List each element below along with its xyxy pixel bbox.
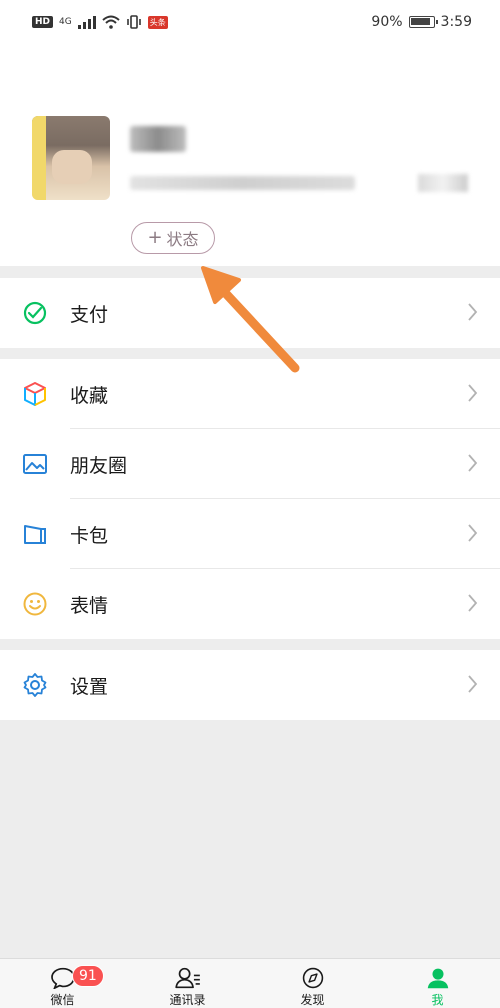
- chevron-right-icon: [468, 454, 478, 472]
- status-bar-left: HD 4G 头条: [32, 15, 168, 29]
- menu-item-pay-label: 支付: [70, 303, 109, 326]
- menu-item-cards[interactable]: 卡包: [0, 499, 500, 569]
- wechat-id-redacted: [130, 176, 355, 190]
- battery-percent: 90%: [371, 14, 403, 30]
- moments-image-icon: [22, 451, 48, 477]
- vibrate-icon: [126, 15, 141, 29]
- chevron-right-icon: [468, 594, 478, 612]
- clock: 3:59: [440, 14, 472, 30]
- hd-indicator: HD: [32, 16, 54, 28]
- chevron-right-icon: [468, 384, 478, 402]
- battery-icon: [408, 16, 438, 28]
- profile-person-icon: [427, 968, 448, 989]
- menu-item-favorites-label: 收藏: [70, 384, 109, 407]
- chevron-right-icon: [468, 303, 478, 321]
- menu-group-settings: 设置: [0, 650, 500, 720]
- wifi-icon: [102, 15, 120, 29]
- signal-icon: [77, 15, 96, 29]
- tab-me[interactable]: 我: [375, 959, 500, 1008]
- menu-item-settings[interactable]: 设置: [0, 650, 500, 720]
- tab-chats[interactable]: 91 微信: [0, 959, 125, 1008]
- chevron-right-icon: [468, 524, 478, 542]
- contacts-icon: [174, 967, 200, 989]
- wechat-pay-icon: [22, 300, 48, 326]
- tab-me-label: 我: [431, 993, 444, 1007]
- sticker-smiley-icon: [22, 591, 48, 617]
- add-status-label: 状态: [166, 230, 199, 249]
- compass-icon: [302, 967, 323, 989]
- menu-item-favorites[interactable]: 收藏: [0, 359, 500, 429]
- menu-group-main: 收藏 朋友圈 卡包 表情: [0, 359, 500, 639]
- tab-discover[interactable]: 发现: [250, 959, 375, 1008]
- menu-item-cards-label: 卡包: [70, 524, 109, 547]
- unread-badge: 91: [72, 965, 104, 987]
- network-type: 4G: [59, 17, 72, 27]
- nickname-redacted: [130, 126, 186, 152]
- tab-contacts[interactable]: 通讯录: [125, 959, 250, 1008]
- menu-item-stickers-label: 表情: [70, 594, 109, 617]
- toutiao-app-icon: 头条: [147, 15, 168, 29]
- status-bar: HD 4G 头条 90% 3:59: [0, 0, 500, 44]
- plus-icon: +: [147, 227, 163, 248]
- status-bar-right: 90% 3:59: [371, 14, 472, 30]
- tab-chats-label: 微信: [50, 993, 75, 1007]
- settings-gear-icon: [22, 672, 48, 698]
- menu-item-moments[interactable]: 朋友圈: [0, 429, 500, 499]
- favorites-cube-icon: [22, 381, 48, 407]
- add-status-button[interactable]: + 状态: [131, 222, 215, 254]
- tab-contacts-label: 通讯录: [169, 993, 206, 1007]
- menu-item-settings-label: 设置: [70, 675, 109, 698]
- card-wallet-icon: [22, 521, 48, 547]
- bottom-tab-bar: 91 微信 通讯录 发现 我: [0, 958, 500, 1008]
- qr-code-redacted-icon[interactable]: [418, 174, 468, 192]
- menu-group-pay: 支付: [0, 278, 500, 348]
- menu-item-pay[interactable]: 支付: [0, 278, 500, 348]
- tab-discover-label: 发现: [300, 993, 325, 1007]
- chevron-right-icon: [468, 675, 478, 693]
- avatar[interactable]: [32, 116, 110, 200]
- menu-item-moments-label: 朋友圈: [70, 454, 128, 477]
- profile-header[interactable]: + 状态: [0, 44, 500, 266]
- menu-item-stickers[interactable]: 表情: [0, 569, 500, 639]
